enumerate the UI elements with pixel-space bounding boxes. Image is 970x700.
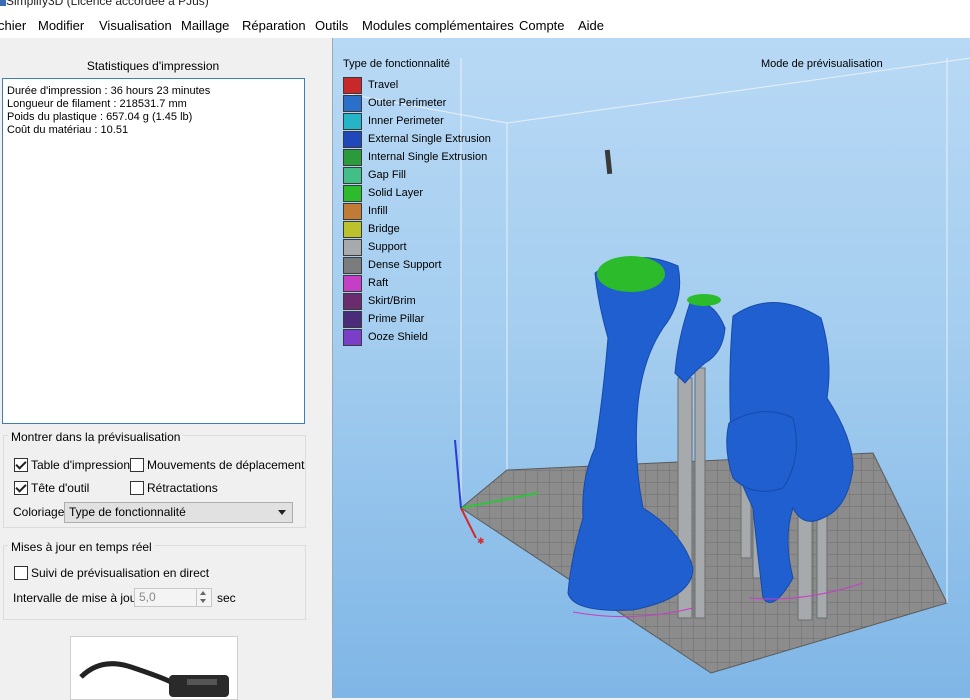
legend-label: Skirt/Brim [368,295,416,307]
follow-preview-label[interactable]: Suivi de prévisualisation en direct [31,566,209,580]
legend-label: Outer Perimeter [368,97,447,109]
menu-modifier[interactable]: Modifier [38,18,84,33]
spin-buttons[interactable] [196,589,211,606]
menu-maillage[interactable]: Maillage [181,18,229,33]
stats-line-time: Durée d'impression : 36 hours 23 minutes [7,85,211,97]
coloring-label: Coloriage [13,505,65,519]
toolhead-checkbox[interactable] [14,481,28,495]
preview-mode-label: Mode de prévisualisation [761,58,883,70]
realtime-title: Mises à jour en temps réel [8,540,155,554]
menu-aide[interactable]: Aide [578,18,604,33]
stats-line-filament: Longueur de filament : 218531.7 mm [7,98,187,110]
legend-swatch [343,167,362,184]
svg-text:✱: ✱ [477,536,485,546]
stats-box: Durée d'impression : 36 hours 23 minutes… [2,78,305,424]
legend-swatch [343,77,362,94]
build-table-label[interactable]: Table d'impression [31,458,130,472]
build-table-checkbox[interactable] [14,458,28,472]
legend-swatch [343,275,362,292]
legend-label: External Single Extrusion [368,133,491,145]
legend-swatch [343,131,362,148]
title-bar: Simplify3D (Licence accordée à PJus) [0,0,970,12]
window-title: Simplify3D (Licence accordée à PJus) [6,0,209,8]
interval-unit: sec [217,591,236,605]
model-left [567,257,694,611]
legend-label: Inner Perimeter [368,115,444,127]
stats-line-weight: Poids du plastique : 657.04 g (1.45 lb) [7,111,193,123]
legend-label: Internal Single Extrusion [368,151,488,163]
spin-down-icon[interactable] [200,599,206,603]
usb-cable-image [79,661,229,697]
legend-swatch [343,149,362,166]
interval-label: Intervalle de mise à jour [13,591,141,605]
legend-label: Prime Pillar [368,313,425,325]
legend-swatch [343,257,362,274]
menu-compte[interactable]: Compte [519,18,565,33]
legend-swatch [343,239,362,256]
retractions-checkbox[interactable] [130,481,144,495]
preview-viewport[interactable]: ✱ Type de fonctionnalité Mode de prévisu… [332,38,970,698]
legend-swatch [343,329,362,346]
legend-swatch [343,95,362,112]
menu-file[interactable]: chier [0,18,26,33]
follow-preview-checkbox[interactable] [14,566,28,580]
legend-label: Support [368,241,407,253]
solid-layer-top-left [597,256,665,292]
coloring-select[interactable]: Type de fonctionnalité [64,502,293,523]
coloring-value: Type de fonctionnalité [69,505,186,519]
legend-label: Gap Fill [368,169,406,181]
menu-visualisation[interactable]: Visualisation [99,18,172,33]
travel-moves-checkbox[interactable] [130,458,144,472]
legend-swatch [343,293,362,310]
legend-label: Ooze Shield [368,331,428,343]
legend-label: Dense Support [368,259,442,271]
thumbnail-preview [70,636,238,700]
interval-value: 5,0 [139,590,156,604]
toolhead-label[interactable]: Tête d'outil [31,481,89,495]
chevron-down-icon [278,510,286,515]
legend-label: Raft [368,277,389,289]
left-panel: Statistiques d'impression Durée d'impres… [0,38,332,700]
preview-options-title: Montrer dans la prévisualisation [8,430,184,444]
legend-label: Travel [368,79,399,91]
legend-label: Bridge [368,223,400,235]
stats-line-cost: Coût du matériau : 10.51 [7,124,129,136]
legend-swatch [343,113,362,130]
interval-spinbox[interactable]: 5,0 [134,588,212,607]
retractions-label[interactable]: Rétractations [147,481,218,495]
menu-bar: chier Modifier Visualisation Maillage Ré… [0,12,970,38]
legend-title: Type de fonctionnalité [343,58,451,70]
realtime-group [3,545,306,620]
legend-swatch [343,203,362,220]
menu-modules[interactable]: Modules complémentaires [362,18,514,33]
legend-label: Infill [368,205,388,217]
legend-label: Solid Layer [368,187,424,199]
stats-title: Statistiques d'impression [86,59,220,73]
menu-outils[interactable]: Outils [315,18,348,33]
menu-reparation[interactable]: Réparation [242,18,306,33]
legend-swatch [343,311,362,328]
legend-swatch [343,221,362,238]
spin-up-icon[interactable] [200,591,206,595]
legend-swatch [343,185,362,202]
travel-moves-label[interactable]: Mouvements de déplacement [147,458,304,472]
